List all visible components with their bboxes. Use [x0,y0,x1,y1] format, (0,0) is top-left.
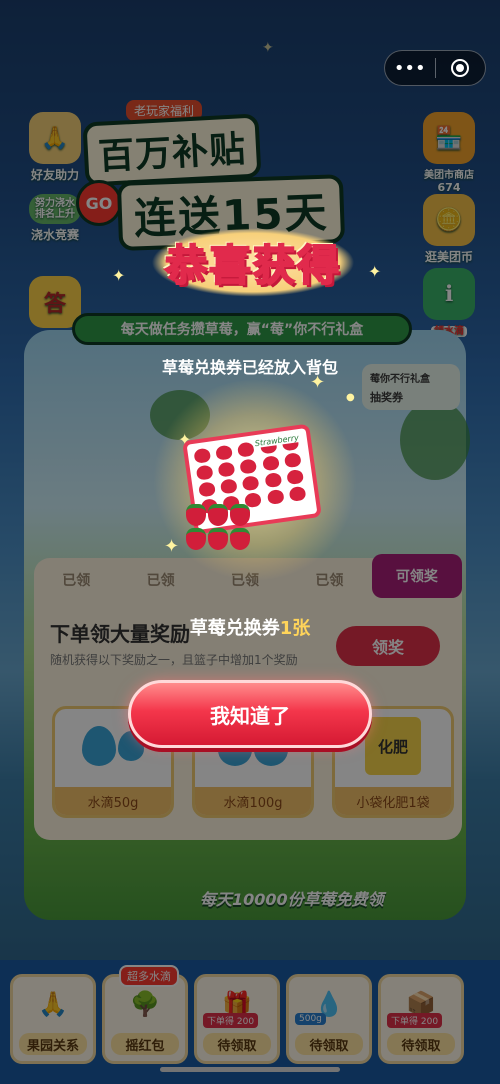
voucher-name: 草莓兑换券 [189,618,280,639]
sparkle-icon: ✦ [368,262,382,281]
mini-program-capsule: ••• [384,50,486,86]
voucher-summary: 草莓兑换券1张 [0,614,500,640]
congrats-text: 恭喜获得 [150,227,355,297]
congrats-title: 恭喜获得 [118,227,388,297]
more-button[interactable]: ••• [385,51,435,85]
reward-message: 草莓兑换券已经放入背包 [161,358,338,377]
voucher-count: 1张 [279,618,311,639]
sparkle-icon: ✦ [164,536,180,557]
sparkle-icon: ✦ [112,266,126,285]
close-mini-program-button[interactable] [436,51,486,85]
more-icon: ••• [393,57,426,79]
got-it-button[interactable]: 我知道了 [128,680,372,748]
strawberry-basket-icon [186,492,266,550]
sparkle-icon: ✦ [310,372,326,393]
target-icon [451,59,470,77]
sparkle-icon: ● [346,392,355,403]
